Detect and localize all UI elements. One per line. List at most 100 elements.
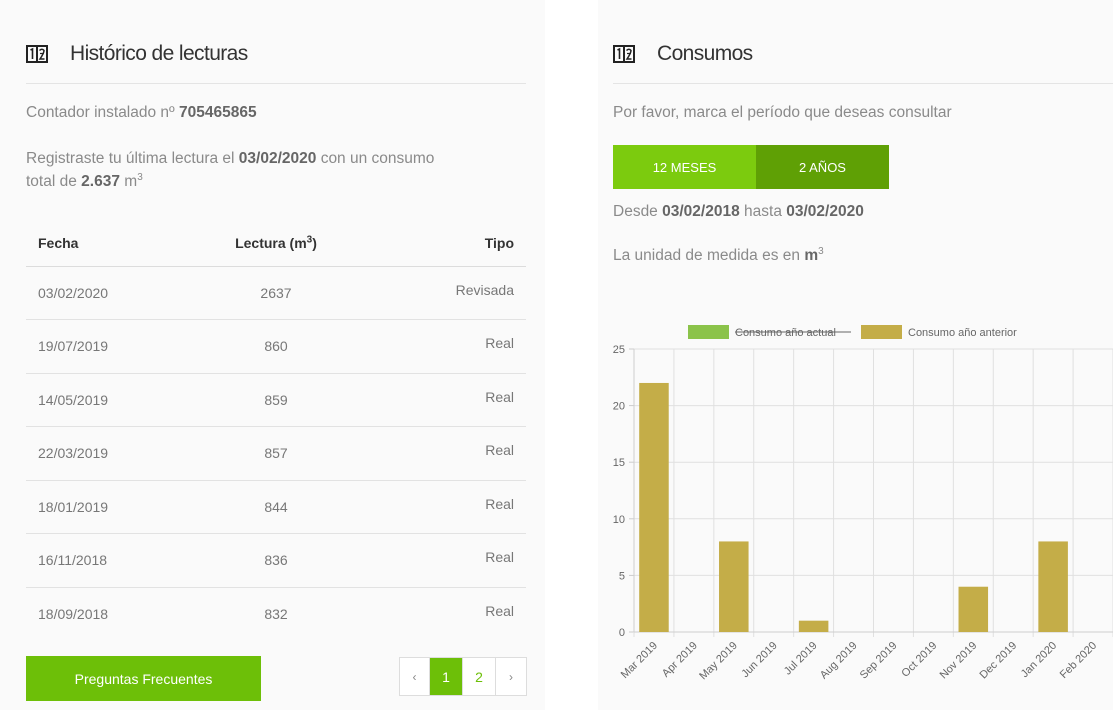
y-tick-label: 20 xyxy=(613,401,625,413)
x-tick-label: Jul 2019 xyxy=(782,640,820,678)
legend-swatch-previous xyxy=(861,325,902,339)
legend-label-previous: Consumo año anterior xyxy=(908,327,1017,339)
row-lectura: 860 xyxy=(196,319,356,374)
pagination-page-2[interactable]: 2 xyxy=(463,658,496,695)
row-lectura: 857 xyxy=(196,426,356,481)
row-fecha: 22/03/2019 xyxy=(26,426,196,481)
faq-button[interactable]: Preguntas Frecuentes xyxy=(26,656,261,701)
consumption-panel: Consumos Por favor, marca el período que… xyxy=(598,0,1113,710)
row-fecha: 19/07/2019 xyxy=(26,319,196,374)
row-fecha: 18/09/2018 xyxy=(38,606,109,622)
row-lectura: 832 xyxy=(264,606,288,622)
x-tick-label: Aug 2019 xyxy=(818,640,860,682)
column-tipo: Tipo xyxy=(356,220,526,267)
chart-bar xyxy=(1038,541,1068,632)
x-tick-label: May 2019 xyxy=(697,640,740,683)
chart-bar xyxy=(958,586,989,632)
consumption-title: Consumos xyxy=(657,41,753,65)
row-tipo: Revisada xyxy=(356,266,526,320)
unit-value: m xyxy=(804,247,819,264)
row-fecha: 03/02/2020 xyxy=(26,266,196,320)
y-tick-label: 5 xyxy=(619,570,625,582)
last-reading-mid: con un consumo xyxy=(320,150,435,167)
row-tipo: Real xyxy=(356,373,526,427)
unit-label: La unidad de medida es en xyxy=(613,247,801,264)
row-lectura: 836 xyxy=(196,533,356,588)
range-from: 03/02/2018 xyxy=(662,203,740,220)
period-2-years-button[interactable]: 2 AÑOS xyxy=(756,145,889,189)
column-fecha: Fecha xyxy=(26,220,196,267)
row-fecha: 14/05/2019 xyxy=(26,373,196,427)
table-header-row: Fecha Lectura (m3) Tipo xyxy=(26,220,526,267)
chart-bar xyxy=(798,620,829,632)
table-row: 18/09/2018 832 Real xyxy=(26,587,526,641)
table-row: 18/01/2019 844 Real xyxy=(26,480,526,534)
range-from-label: Desde xyxy=(613,203,658,220)
page-title: Histórico de lecturas xyxy=(70,41,248,65)
column-lectura-close: ) xyxy=(312,234,317,251)
pagination: ‹ 1 2 › xyxy=(399,657,527,696)
range-to-label: hasta xyxy=(744,203,782,220)
unit-exponent: 3 xyxy=(818,245,824,257)
consumption-header: Consumos xyxy=(613,30,1113,84)
table-row: 03/02/2020 2637 Revisada xyxy=(26,266,526,320)
panel-gap xyxy=(545,0,598,710)
column-lectura: Lectura (m3) xyxy=(196,220,356,267)
readings-history-header: Histórico de lecturas xyxy=(26,30,526,84)
last-reading-info: Registraste tu última lectura el 03/02/2… xyxy=(26,147,526,193)
pagination-prev-button[interactable]: ‹ xyxy=(400,658,430,695)
x-tick-label: Dec 2019 xyxy=(978,640,1020,682)
x-tick-label: Apr 2019 xyxy=(660,640,700,680)
last-reading-prefix: Registraste tu última lectura el xyxy=(26,150,235,167)
row-fecha: 16/11/2018 xyxy=(26,533,196,588)
unit: m xyxy=(124,173,138,190)
y-tick-label: 0 xyxy=(619,627,625,639)
legend-label-actual: Consumo año actual xyxy=(735,327,836,339)
row-tipo: Real xyxy=(356,319,526,374)
x-tick-label: Nov 2019 xyxy=(938,640,980,682)
chart-bar xyxy=(639,382,669,632)
period-prompt: Por favor, marca el período que deseas c… xyxy=(613,104,952,121)
x-tick-label: Jan 2020 xyxy=(1019,640,1059,680)
meter-reading-icon xyxy=(26,44,48,63)
readings-table: Fecha Lectura (m3) Tipo 03/02/2020 2637 … xyxy=(26,220,526,641)
x-tick-label: Oct 2019 xyxy=(899,640,939,680)
y-tick-label: 15 xyxy=(613,457,625,469)
table-row: 19/07/2019 860 Real xyxy=(26,319,526,374)
period-12-months-button[interactable]: 12 MESES xyxy=(613,145,756,189)
meter-label: Contador instalado nº xyxy=(26,104,175,121)
meter-number: 705465865 xyxy=(179,104,257,121)
table-row: 14/05/2019 859 Real xyxy=(26,373,526,427)
x-tick-label: Mar 2019 xyxy=(619,640,660,681)
row-tipo: Real xyxy=(485,602,514,619)
x-tick-label: Jun 2019 xyxy=(739,640,779,680)
row-fecha: 18/01/2019 xyxy=(26,480,196,534)
row-tipo: Real xyxy=(356,426,526,481)
unit-info: La unidad de medida es en m3 xyxy=(613,244,824,267)
pagination-page-1[interactable]: 1 xyxy=(430,658,463,695)
x-tick-label: Feb 2020 xyxy=(1058,640,1099,681)
table-row: 16/11/2018 836 Real xyxy=(26,533,526,588)
y-tick-label: 10 xyxy=(613,514,625,526)
meter-info: Contador instalado nº 705465865 xyxy=(26,101,257,124)
last-reading-total: 2.637 xyxy=(81,173,120,190)
range-to: 03/02/2020 xyxy=(786,203,864,220)
row-tipo: Real xyxy=(356,480,526,534)
column-lectura-label: Lectura (m xyxy=(235,234,307,251)
legend-swatch-actual xyxy=(688,325,729,339)
readings-history-panel: Histórico de lecturas Contador instalado… xyxy=(0,0,545,710)
date-range: Desde 03/02/2018 hasta 03/02/2020 xyxy=(613,200,864,223)
last-reading-date: 03/02/2020 xyxy=(238,150,317,167)
table-row: 22/03/2019 857 Real xyxy=(26,426,526,481)
unit-exponent: 3 xyxy=(137,171,143,183)
y-tick-label: 25 xyxy=(613,344,625,356)
last-reading-total-label: total de xyxy=(26,173,77,190)
consumption-chart: 0 5 10 15 20 25 Mar 2019 Apr 2019May 2019 Jun 20… xyxy=(613,325,1113,683)
meter-reading-icon xyxy=(613,44,635,63)
chart-bar xyxy=(719,541,749,632)
pagination-next-button[interactable]: › xyxy=(496,658,526,695)
row-lectura: 844 xyxy=(196,480,356,534)
row-lectura: 2637 xyxy=(196,266,356,320)
row-tipo: Real xyxy=(356,533,526,588)
x-tick-label: Sep 2019 xyxy=(858,640,900,682)
